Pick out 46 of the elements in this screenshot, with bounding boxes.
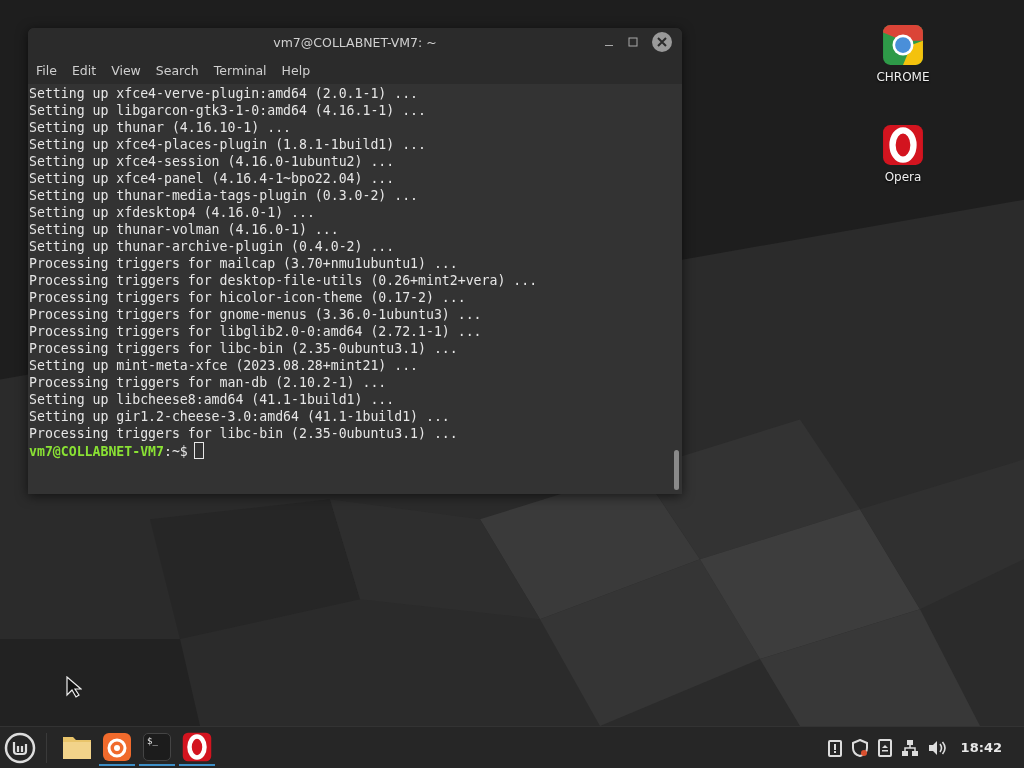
terminal-line: Processing triggers for mailcap (3.70+nmu1ubuntu1) ... — [29, 255, 459, 272]
terminal-line: Processing triggers for gnome-menus (3.36.0-1ubuntu3) ... — [29, 306, 483, 323]
terminal-line: Processing triggers for hicolor-icon-theme (0.17-2) ... — [29, 289, 467, 306]
clipboard-icon[interactable] — [827, 738, 842, 757]
terminal-line: Setting up xfce4-places-plugin (1.8.1-1build1) ... — [29, 136, 427, 153]
update-icon[interactable] — [877, 738, 892, 757]
scrollbar-thumb[interactable] — [674, 450, 679, 490]
close-icon[interactable] — [652, 32, 672, 52]
menu-item[interactable]: Help — [277, 62, 315, 78]
menu-item[interactable]: Edit — [67, 62, 101, 78]
clock[interactable]: 18:42 — [960, 740, 1002, 755]
terminal-line: Setting up thunar-archive-plugin (0.4.0-2) ... — [29, 238, 396, 255]
shield-icon[interactable] — [850, 738, 869, 757]
terminal-line: Setting up thunar-volman (4.16.0-1) ... — [29, 221, 340, 238]
terminal-line: Processing triggers for man-db (2.10.2-1) ... — [29, 374, 388, 391]
prompt-user: vm7@COLLABNET-VM7 — [29, 444, 164, 459]
mint-menu-icon[interactable] — [4, 731, 36, 764]
terminal-line: Processing triggers for desktop-file-utils (0.26+mint2+vera) ... — [29, 272, 539, 289]
terminal-line: Setting up gir1.2-cheese-3.0:amd64 (41.1-1build1) ... — [29, 408, 451, 425]
text-cursor — [193, 442, 204, 459]
terminal-line: Setting up thunar (4.16.10-1) ... — [29, 119, 292, 136]
menu-item[interactable]: File — [32, 62, 61, 78]
terminal-line: Setting up libgarcon-gtk3-1-0:amd64 (4.16.1-1) ... — [29, 102, 427, 119]
opera-icon[interactable] — [882, 124, 924, 166]
terminal-line: Setting up xfce4-panel (4.16.4-1~bpo22.04) ... — [29, 170, 396, 187]
chrome-icon[interactable] — [882, 24, 924, 66]
volume-icon[interactable] — [927, 739, 946, 756]
terminal-line: Setting up xfdesktop4 (4.16.0-1) ... — [29, 204, 316, 221]
window-title: vm7@COLLABNET-VM7: ~ — [273, 34, 437, 50]
terminal-line: Setting up xfce4-session (4.16.0-1ubuntu2) ... — [29, 153, 396, 170]
mouse-pointer-icon — [66, 676, 82, 698]
menu-item[interactable]: Terminal — [209, 62, 271, 78]
network-icon[interactable] — [900, 738, 919, 757]
terminal-line: Processing triggers for libc-bin (2.35-0ubuntu3.1) ... — [29, 340, 459, 357]
terminal-line: Setting up thunar-media-tags-plugin (0.3.0-2) ... — [29, 187, 420, 204]
terminal-line: Setting up mint-meta-xfce (2023.08.28+mint21) ... — [29, 357, 420, 374]
menu-item[interactable]: Search — [151, 62, 203, 78]
terminal-line: Setting up libcheese8:amd64 (41.1-1build1) ... — [29, 391, 396, 408]
desktop-icon-label[interactable]: CHROME — [876, 70, 930, 84]
terminal-line: Processing triggers for libglib2.0-0:amd64 (2.72.1-1) ... — [29, 323, 483, 340]
terminal-line: Setting up xfce4-verve-plugin:amd64 (2.0.1-1) ... — [29, 85, 420, 102]
prompt-path: :~$ — [164, 444, 188, 459]
menu-item[interactable]: View — [107, 62, 145, 78]
desktop-icon-label[interactable]: Opera — [884, 170, 922, 184]
terminal-line: Processing triggers for libc-bin (2.35-0ubuntu3.1) ... — [29, 425, 459, 442]
maximize-icon[interactable] — [628, 37, 638, 47]
